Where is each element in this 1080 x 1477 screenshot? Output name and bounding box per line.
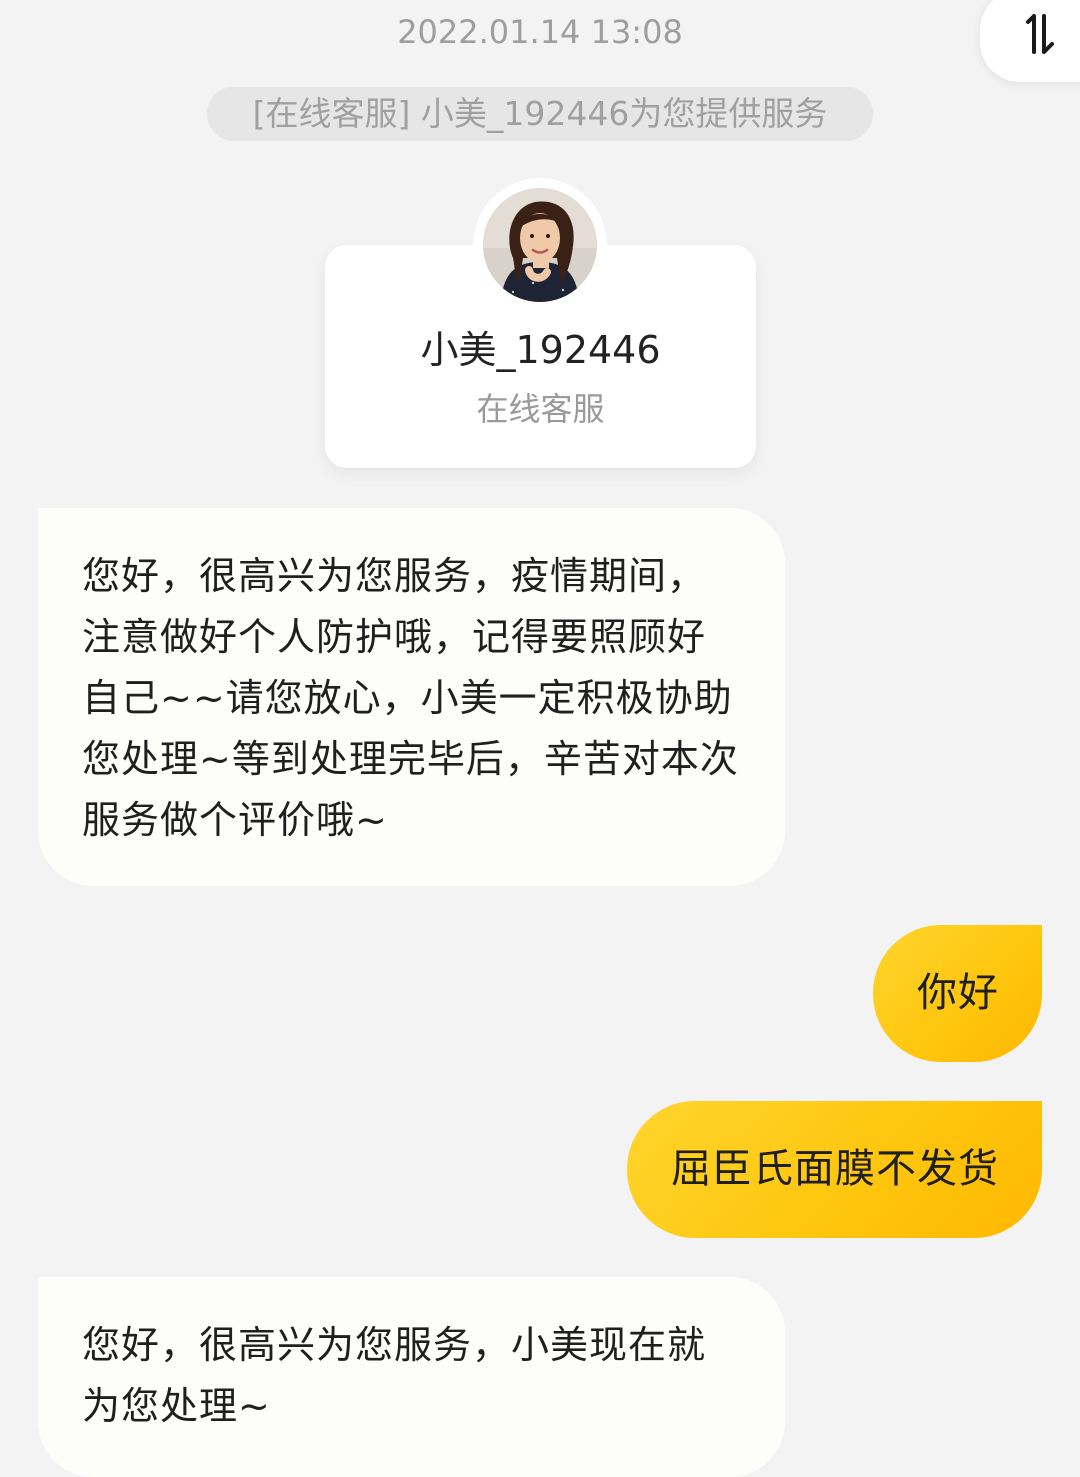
agent-name: 小美_192446 bbox=[420, 328, 661, 372]
service-notice: [在线客服] 小美_192446为您提供服务 bbox=[207, 87, 873, 141]
agent-message-bubble[interactable]: 您好，很高兴为您服务，疫情期间，注意做好个人防护哦，记得要照顾好自己~~请您放心… bbox=[38, 508, 785, 886]
agent-avatar-frame[interactable] bbox=[473, 178, 607, 312]
user-message-bubble[interactable]: 屈臣氏面膜不发货 bbox=[627, 1101, 1042, 1238]
message-text: 您好，很高兴为您服务，疫情期间，注意做好个人防护哦，记得要照顾好自己~~请您放心… bbox=[82, 554, 739, 842]
agent-message-bubble[interactable]: 您好，很高兴为您服务，小美现在就为您处理~ bbox=[38, 1277, 785, 1477]
message-text: 屈臣氏面膜不发货 bbox=[671, 1146, 999, 1192]
sort-arrows-icon bbox=[1026, 14, 1054, 54]
sort-toggle-button[interactable] bbox=[980, 0, 1080, 82]
user-message-bubble[interactable]: 你好 bbox=[873, 925, 1042, 1062]
message-text: 您好，很高兴为您服务，小美现在就为您处理~ bbox=[82, 1323, 707, 1428]
message-timestamp: 2022.01.14 13:08 bbox=[397, 13, 683, 51]
agent-avatar[interactable] bbox=[483, 188, 597, 302]
message-text: 你好 bbox=[917, 970, 999, 1016]
agent-role: 在线客服 bbox=[476, 390, 605, 428]
